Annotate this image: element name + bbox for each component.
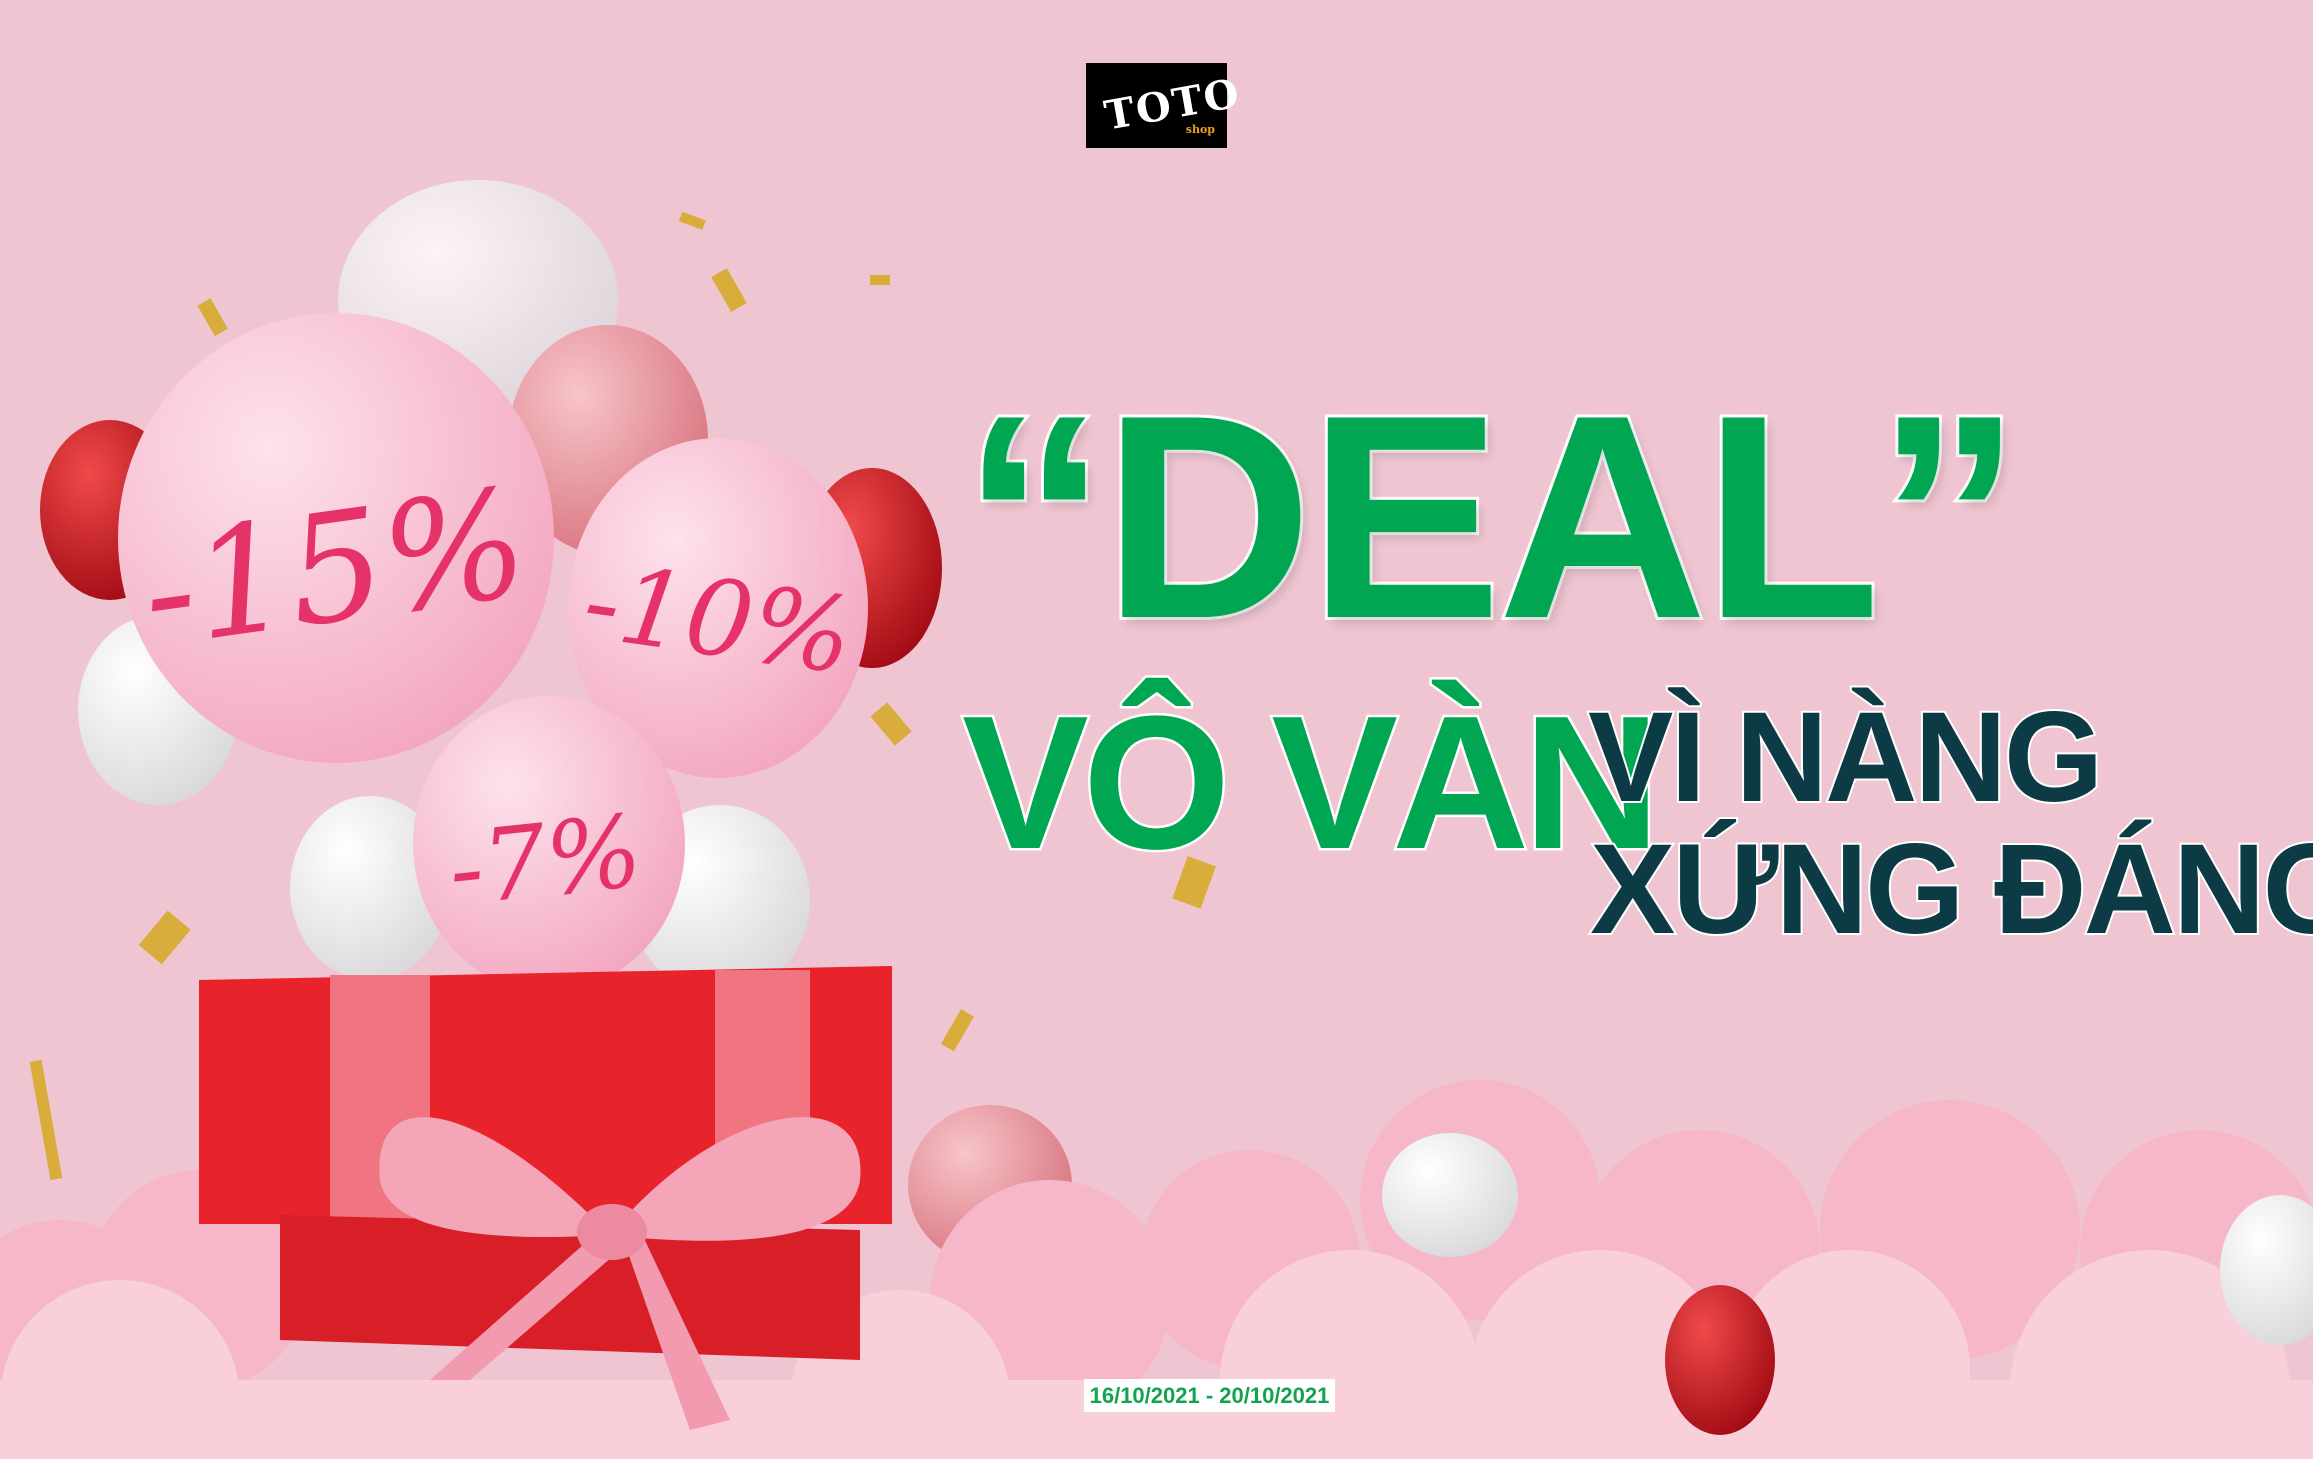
balloon-7-percent: -7% <box>413 696 685 992</box>
logo-text: TOTO <box>1100 69 1245 140</box>
headline-deal: “DEAL” <box>959 355 2024 679</box>
balloon-15-percent: -15% <box>118 313 554 763</box>
promo-date-range: 16/10/2021 - 20/10/2021 <box>1084 1379 1335 1412</box>
gift-box <box>199 966 892 1430</box>
balloon-white <box>1382 1133 1518 1257</box>
headline-xung-dang: XỨNG ĐÁNG <box>1588 818 2313 961</box>
headline-vi-nang: VÌ NÀNG <box>1586 686 2105 829</box>
logo-subtext: shop <box>1185 123 1215 136</box>
toto-shop-logo: TOTO shop <box>1086 63 1244 148</box>
headline-vo-van: VÔ VÀN <box>959 677 1662 889</box>
balloon-red <box>1665 1285 1775 1435</box>
balloon-7-label: -7% <box>443 792 647 928</box>
